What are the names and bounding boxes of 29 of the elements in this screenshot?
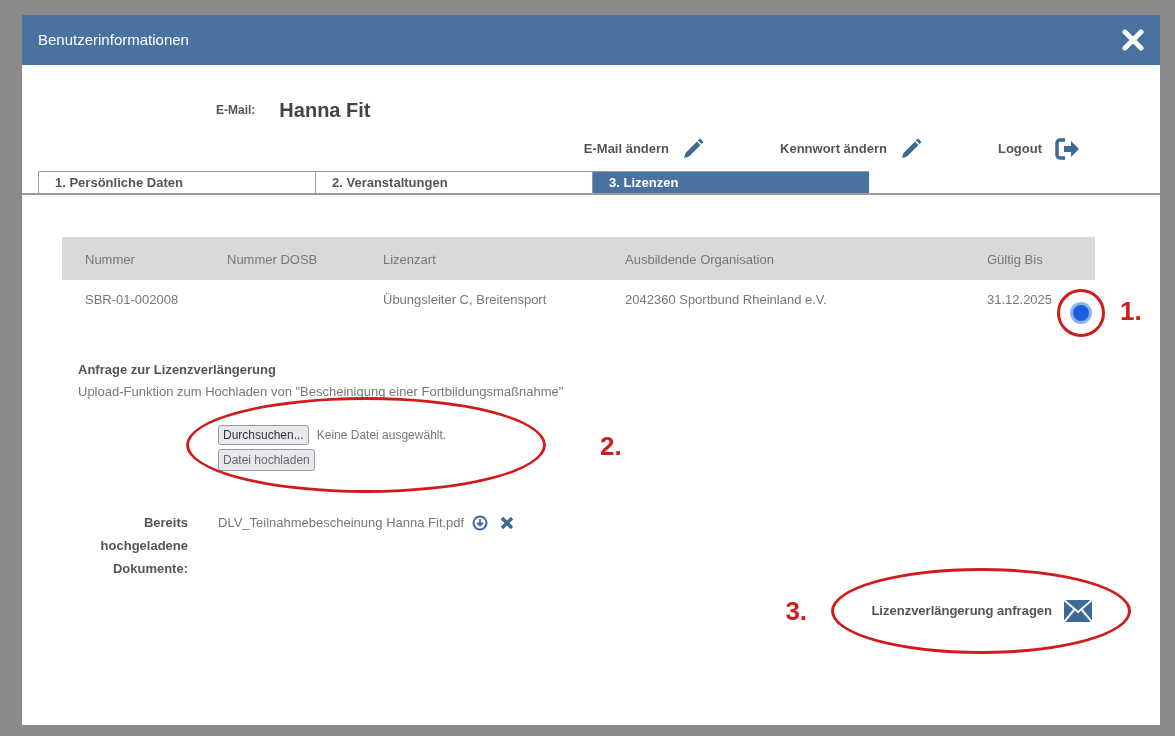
edit-link[interactable]: E-Mail ändern (583, 137, 706, 161)
tab[interactable]: 1. Persönliche Daten (38, 171, 315, 193)
annotation-number: 1. (1120, 298, 1142, 324)
file-status: Keine Datei ausgewählt. (316, 427, 447, 444)
section-heading: Anfrage zur Lizenzverlängerung (78, 361, 277, 379)
tab[interactable]: 3. Lizenzen (592, 171, 869, 193)
annotation-number: 3. (785, 598, 808, 624)
request-button[interactable]: Lizenzverlängerung anfragen (871, 600, 1092, 622)
tab[interactable]: 2. Veranstaltungen (315, 171, 592, 193)
user-name: Hanna Fit (279, 98, 371, 123)
browse-button[interactable]: Durchsuchen... (218, 425, 309, 445)
dialog-title: Benutzerinformationen (38, 29, 189, 50)
table-cell: 2042360 Sportbund Rheinland e.V. (625, 292, 827, 307)
column-header: Lizenzart (383, 251, 436, 267)
table-cell: Übungsleiter C, Breitensport (383, 292, 547, 307)
logout-button[interactable]: Logout (997, 137, 1080, 161)
documents-label: Bereits hochgeladene Dokumente: (99, 514, 188, 578)
section-description: Upload-Funktion zum Hochladen von "Bescheinigung einer Fortbildungsmaßnahme" (78, 382, 565, 401)
column-header: Nummer DOSB (227, 251, 318, 267)
annotation-number: 2. (600, 433, 622, 459)
table-cell: SBR-01-002008 (85, 292, 179, 307)
column-header: Ausbildende Organisation (625, 251, 774, 267)
column-header: Nummer (85, 251, 135, 267)
upload-button[interactable]: Datei hochladen (218, 449, 315, 471)
column-header: Gültig Bis (987, 251, 1043, 267)
table-cell-text: 31.12.2025 (987, 291, 1053, 309)
field-label: E-Mail: (216, 102, 256, 119)
edit-link[interactable]: Kennwort ändern (780, 137, 923, 161)
document-link[interactable]: DLV_Teilnahmebescheinung Hanna Fit.pdf (218, 511, 465, 534)
